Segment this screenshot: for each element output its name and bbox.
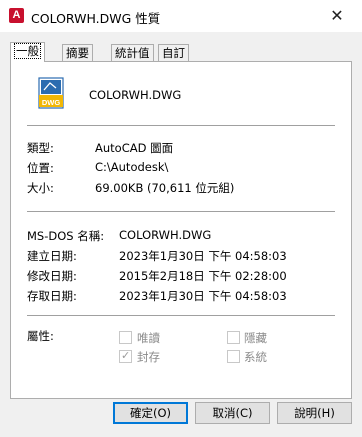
tab-summary[interactable]: 摘要 bbox=[62, 44, 93, 61]
tab-custom[interactable]: 自訂 bbox=[158, 44, 189, 61]
close-button[interactable]: ✕ bbox=[312, 0, 362, 32]
system-label: 系統 bbox=[244, 350, 267, 364]
attributes-label: 屬性: bbox=[27, 329, 54, 343]
readonly-label: 唯讀 bbox=[137, 331, 160, 345]
autocad-app-icon: A bbox=[9, 8, 24, 23]
tab-general[interactable]: 一般 bbox=[10, 42, 45, 62]
file-name: COLORWH.DWG bbox=[89, 88, 182, 102]
type-value: AutoCAD 圖面 bbox=[95, 141, 174, 155]
size-value: 69.00KB (70,611 位元組) bbox=[95, 181, 235, 195]
separator bbox=[27, 125, 335, 126]
created-value: 2023年1月30日 下午 04:58:03 bbox=[119, 249, 287, 263]
readonly-checkbox[interactable] bbox=[119, 331, 132, 344]
separator bbox=[27, 211, 335, 212]
cancel-button[interactable]: 取消(C) bbox=[195, 402, 270, 424]
separator bbox=[27, 315, 335, 316]
type-label: 類型: bbox=[27, 141, 54, 155]
created-label: 建立日期: bbox=[27, 249, 77, 263]
archive-label: 封存 bbox=[137, 350, 160, 364]
title-bar: A COLORWH.DWG 性質 ✕ bbox=[0, 0, 362, 32]
system-checkbox[interactable] bbox=[227, 350, 240, 363]
accessed-value: 2023年1月30日 下午 04:58:03 bbox=[119, 289, 287, 303]
tab-statistics-label: 統計值 bbox=[115, 46, 150, 60]
tab-summary-label: 摘要 bbox=[66, 46, 89, 60]
ok-button[interactable]: 確定(O) bbox=[113, 402, 188, 424]
msdos-name-label: MS-DOS 名稱: bbox=[27, 229, 105, 243]
msdos-name-value: COLORWH.DWG bbox=[119, 228, 212, 242]
help-button[interactable]: 說明(H) bbox=[277, 402, 352, 424]
location-label: 位置: bbox=[27, 161, 54, 175]
modified-label: 修改日期: bbox=[27, 269, 77, 283]
checkmark-icon: ✓ bbox=[121, 349, 131, 362]
hidden-label: 隱藏 bbox=[244, 331, 267, 345]
modified-value: 2015年2月18日 下午 02:28:00 bbox=[119, 269, 287, 283]
accessed-label: 存取日期: bbox=[27, 289, 77, 303]
tab-statistics[interactable]: 統計值 bbox=[111, 44, 154, 61]
file-icon-text: DWG bbox=[42, 98, 60, 107]
location-value: C:\Autodesk\ bbox=[95, 160, 169, 174]
size-label: 大小: bbox=[27, 181, 54, 195]
general-tab-panel: DWG COLORWH.DWG 類型: AutoCAD 圖面 位置: C:\Au… bbox=[10, 61, 352, 399]
dwg-file-icon: DWG bbox=[38, 77, 64, 109]
tab-general-label: 一般 bbox=[14, 43, 41, 59]
tab-custom-label: 自訂 bbox=[162, 46, 185, 60]
archive-checkbox[interactable]: ✓ bbox=[119, 349, 132, 363]
window-title: COLORWH.DWG 性質 bbox=[31, 11, 161, 26]
hidden-checkbox[interactable] bbox=[227, 331, 240, 344]
